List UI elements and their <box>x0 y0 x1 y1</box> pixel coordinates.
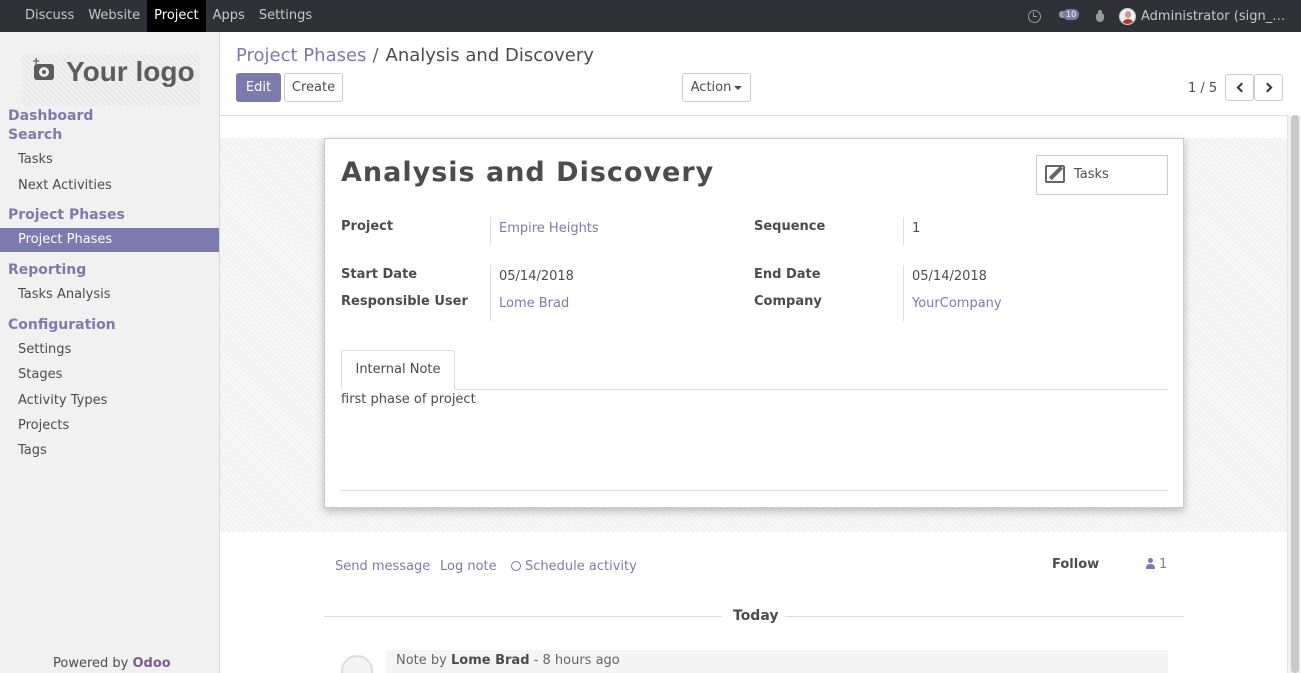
tasks-smart-button[interactable]: Tasks <box>1036 155 1168 195</box>
message-time: - 8 hours ago <box>533 653 620 668</box>
field-separator <box>490 217 491 245</box>
chevron-left-icon <box>1236 82 1247 93</box>
camera-icon <box>34 64 54 80</box>
breadcrumb-parent[interactable]: Project Phases <box>236 45 366 66</box>
caret-down-icon <box>734 85 743 90</box>
tasks-smart-button-label: Tasks <box>1074 167 1109 182</box>
message-count-badge: 10 <box>1063 9 1080 20</box>
sidebar-dashboard[interactable]: Dashboard <box>8 108 93 124</box>
log-note-button[interactable]: Log note <box>440 559 497 574</box>
sidebar-search[interactable]: Search <box>8 127 62 143</box>
sheet-footer-divider <box>341 490 1168 491</box>
odoo-link[interactable]: Odoo <box>133 656 171 671</box>
message-author[interactable]: Lome Brad <box>451 653 530 668</box>
sidebar-item-tasks[interactable]: Tasks <box>18 152 53 167</box>
menu-project[interactable]: Project <box>147 0 206 32</box>
sidebar-item-stages[interactable]: Stages <box>18 367 62 382</box>
send-message-button[interactable]: Send message <box>335 559 430 574</box>
project-value[interactable]: Empire Heights <box>499 221 599 236</box>
menu-discuss[interactable]: Discuss <box>0 0 81 32</box>
pager-value[interactable]: 1 / 5 <box>1188 81 1217 96</box>
follower-count: 1 <box>1159 557 1168 572</box>
sidebar-item-tasks-analysis[interactable]: Tasks Analysis <box>18 287 111 302</box>
message-author-avatar[interactable] <box>341 655 373 673</box>
company-label: Company <box>754 294 822 309</box>
chevron-right-icon <box>1262 82 1273 93</box>
sidebar-project-phases-heading[interactable]: Project Phases <box>8 207 125 223</box>
sidebar-item-tags[interactable]: Tags <box>18 443 47 458</box>
record-title: Analysis and Discovery <box>341 157 715 188</box>
action-dropdown[interactable]: Action <box>682 73 751 102</box>
pager-previous-button[interactable] <box>1225 74 1254 101</box>
top-navbar: Discuss Website Project Apps Settings 10… <box>0 0 1301 32</box>
app-menu: Discuss Website Project Apps Settings <box>0 0 319 32</box>
user-menu[interactable]: Administrator (sign_c… <box>1141 9 1291 24</box>
field-separator <box>903 265 904 321</box>
menu-apps[interactable]: Apps <box>206 0 252 32</box>
followers-button[interactable]: 1 <box>1146 557 1167 572</box>
start-date-label: Start Date <box>341 267 418 282</box>
end-date-value: 05/14/2018 <box>912 269 987 284</box>
breadcrumb: Project Phases / Analysis and Discovery <box>236 45 594 66</box>
end-date-label: End Date <box>754 267 821 282</box>
clock-icon <box>511 561 521 571</box>
message-prefix: Note by <box>396 653 447 668</box>
date-separator-label: Today <box>733 608 779 624</box>
internal-note-text: first phase of project <box>341 392 476 407</box>
field-separator <box>490 265 491 321</box>
messaging-icon[interactable]: 10 <box>1059 9 1081 23</box>
message-header: Note by Lome Brad - 8 hours ago <box>396 653 620 668</box>
powered-by: Powered by Odoo <box>53 656 171 671</box>
start-date-value: 05/14/2018 <box>499 269 574 284</box>
systray: 10 Administrator (sign_c… <box>1028 0 1301 32</box>
sidebar-reporting[interactable]: Reporting <box>8 262 86 278</box>
sidebar: + Your logo Dashboard Search Tasks Next … <box>0 32 220 673</box>
date-separator-line <box>785 616 1184 617</box>
form-sheet: Analysis and Discovery Tasks Project Emp… <box>324 138 1184 508</box>
edit-pencil-icon <box>1045 165 1065 183</box>
activity-clock-icon[interactable] <box>1028 9 1041 23</box>
schedule-activity-label: Schedule activity <box>525 559 637 574</box>
user-avatar[interactable] <box>1119 7 1136 25</box>
scrollbar-thumb[interactable] <box>1291 115 1299 673</box>
responsible-user-value[interactable]: Lome Brad <box>499 296 569 311</box>
sidebar-item-project-phases[interactable]: Project Phases <box>0 228 219 252</box>
logo-text: Your logo <box>66 56 195 87</box>
edit-button[interactable]: Edit <box>236 73 281 102</box>
create-button[interactable]: Create <box>284 73 343 102</box>
control-panel-divider <box>220 115 1287 116</box>
date-separator-line <box>324 616 722 617</box>
powered-by-label: Powered by <box>53 656 129 671</box>
field-separator <box>903 217 904 245</box>
follow-button[interactable]: Follow <box>1052 557 1099 572</box>
pager-next-button[interactable] <box>1254 74 1283 101</box>
scrollbar[interactable] <box>1287 115 1301 673</box>
sequence-label: Sequence <box>754 219 826 234</box>
menu-website[interactable]: Website <box>81 0 147 32</box>
message: Note by Lome Brad - 8 hours ago <box>386 650 1168 673</box>
action-label: Action <box>690 80 732 95</box>
sidebar-item-next-activities[interactable]: Next Activities <box>18 178 112 193</box>
project-label: Project <box>341 219 394 234</box>
breadcrumb-separator: / <box>372 45 379 66</box>
sidebar-item-activity-types[interactable]: Activity Types <box>18 393 107 408</box>
sidebar-item-projects[interactable]: Projects <box>18 418 69 433</box>
tab-internal-note[interactable]: Internal Note <box>341 350 455 390</box>
schedule-activity-button[interactable]: Schedule activity <box>511 559 637 574</box>
menu-settings[interactable]: Settings <box>252 0 319 32</box>
sidebar-configuration[interactable]: Configuration <box>8 317 116 333</box>
sequence-value: 1 <box>912 221 921 236</box>
responsible-user-label: Responsible User <box>341 294 468 309</box>
debug-bug-icon[interactable] <box>1095 10 1105 22</box>
sidebar-item-settings[interactable]: Settings <box>18 342 71 357</box>
company-logo: + Your logo <box>22 54 200 106</box>
user-icon <box>1146 558 1155 569</box>
tab-underline <box>341 389 1168 390</box>
breadcrumb-current: Analysis and Discovery <box>385 45 594 66</box>
company-value[interactable]: YourCompany <box>912 296 1002 311</box>
